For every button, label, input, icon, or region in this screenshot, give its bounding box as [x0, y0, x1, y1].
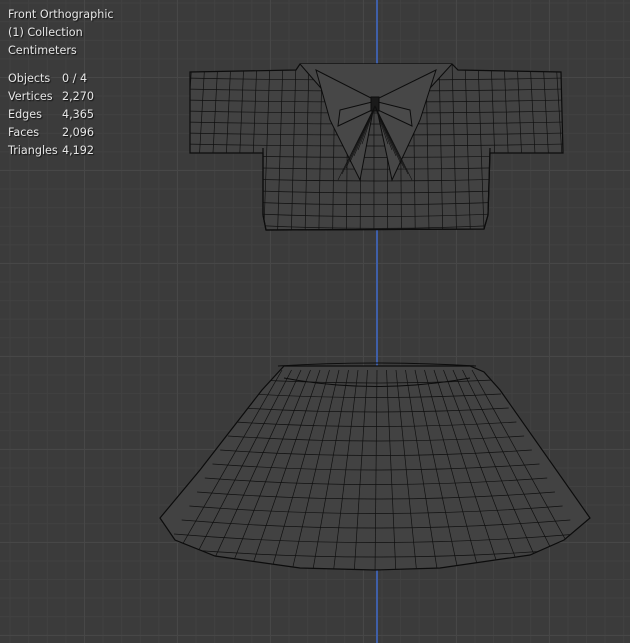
stat-row-edges: Edges 4,365	[8, 106, 94, 124]
stat-value: 0 / 4	[62, 72, 88, 85]
viewport-info-overlay: Front Orthographic (1) Collection Centim…	[8, 6, 114, 160]
view-name: Front Orthographic	[8, 8, 114, 21]
stat-row-faces: Faces 2,096	[8, 124, 94, 142]
stat-row-triangles: Triangles 4,192	[8, 142, 94, 160]
stat-row-objects: Objects 0 / 4	[8, 70, 94, 88]
stat-value: 4,365	[62, 108, 95, 121]
stat-value: 2,096	[62, 126, 95, 139]
stat-label: Objects	[8, 72, 51, 85]
stat-row-vertices: Vertices 2,270	[8, 88, 94, 106]
stat-value: 2,270	[62, 90, 95, 103]
skirt-mesh[interactable]	[159, 362, 594, 575]
3d-viewport[interactable]: Front Orthographic (1) Collection Centim…	[0, 0, 630, 643]
stat-label: Edges	[8, 108, 42, 121]
scene-statistics: Objects 0 / 4 Vertices 2,270 Edges 4,365…	[8, 70, 94, 160]
stat-value: 4,192	[62, 144, 95, 157]
stat-label: Vertices	[8, 90, 53, 103]
stat-label: Triangles	[8, 144, 58, 157]
collection-name: (1) Collection	[8, 26, 83, 39]
units-label: Centimeters	[8, 44, 77, 57]
stat-label: Faces	[8, 126, 40, 139]
shirt-mesh[interactable]	[181, 60, 567, 235]
